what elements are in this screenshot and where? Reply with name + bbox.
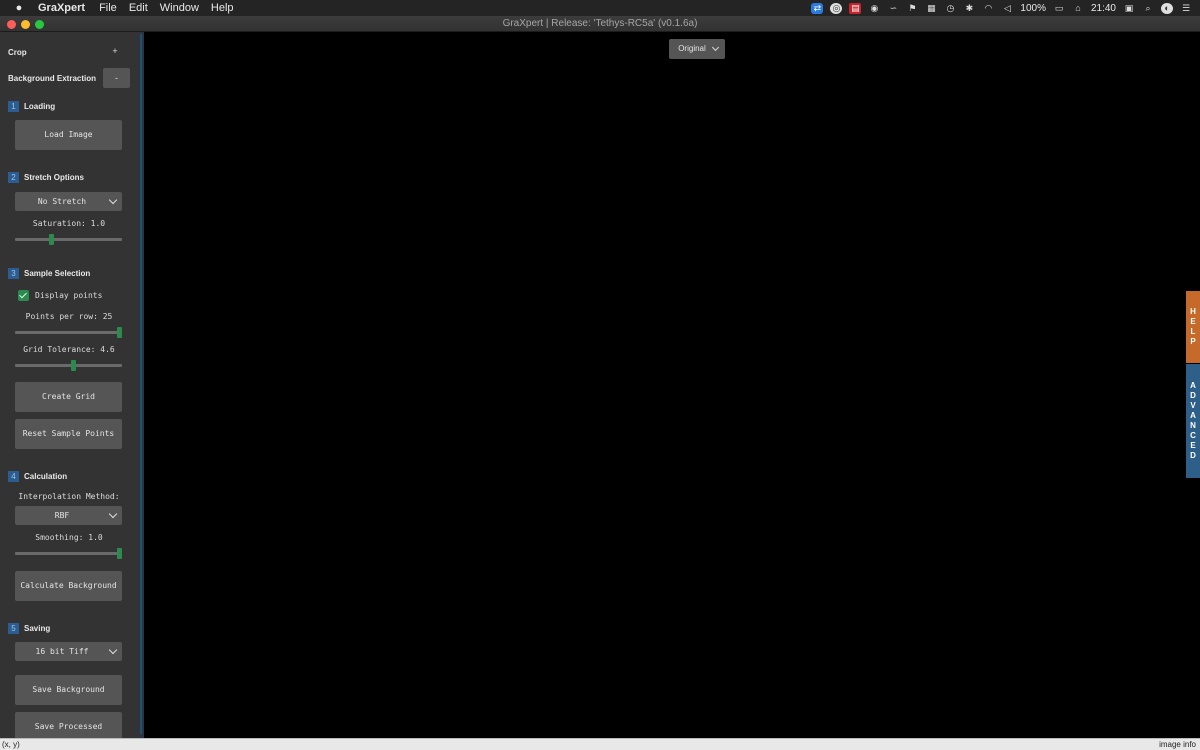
globe-icon[interactable]: ◉ [868,3,880,14]
step-5-badge: 5 [8,623,19,634]
load-image-button[interactable]: Load Image [15,120,122,150]
menu-help[interactable]: Help [211,2,234,14]
advanced-tab-label: A D V A N C E D [1190,381,1196,460]
points-per-row-slider[interactable] [15,327,122,338]
bluetooth-icon[interactable]: ✱ [963,3,975,14]
image-info: image info [1159,740,1196,749]
display-points-label[interactable]: Display points [35,290,102,301]
slider-handle[interactable] [71,360,77,371]
calculate-background-button[interactable]: Calculate Background [15,571,122,601]
saturation-slider[interactable] [15,234,122,245]
menu-file[interactable]: File [99,2,117,14]
battery-percent: 100% [1020,2,1046,14]
help-tab[interactable]: H E L P [1186,291,1200,363]
stretch-options-title: Stretch Options [24,173,85,182]
apple-menu-icon[interactable]: ● [12,2,26,14]
save-background-button[interactable]: Save Background [15,675,122,705]
grid-tolerance-slider[interactable] [15,360,122,371]
window-title-bar: GraXpert | Release: 'Tethys-RC5a' (v0.1.… [0,16,1200,32]
battery-icon[interactable]: ▭ [1053,3,1065,14]
window-title: GraXpert | Release: 'Tethys-RC5a' (v0.1.… [502,18,698,29]
siri-icon[interactable]: ◐ [1161,2,1173,14]
spotlight-search-icon[interactable]: ⌕ [1142,3,1154,14]
slider-handle[interactable] [48,234,54,245]
creative-cloud-icon[interactable]: ◎ [830,2,843,14]
create-grid-button[interactable]: Create Grid [15,382,122,412]
step-4-badge: 4 [8,471,19,482]
help-tab-label: H E L P [1190,307,1196,346]
keyboard-icon[interactable]: ▦ [925,3,937,14]
status-bar: (x, y) image info [0,738,1200,750]
step-1-badge: 1 [8,101,19,112]
saving-title: Saving [24,624,51,633]
display-mode-dropdown[interactable]: Original [669,39,725,59]
chevron-down-icon [108,645,118,655]
menu-extras: ⇄ ◎ ▤ ◉ ∽ ⚑ ▦ ◷ ✱ ◠ ◁ 100% ▭ ⌂ 21:40 ▣ ⌕… [811,2,1200,14]
control-sidebar: Crop + Background Extraction - 1 Loading… [0,32,138,738]
loading-title: Loading [24,102,56,111]
scrollbar-thumb[interactable] [140,34,142,734]
teamviewer-icon[interactable]: ⇄ [811,2,824,14]
control-center-icon[interactable]: ☰ [1180,3,1192,14]
menu-edit[interactable]: Edit [129,2,148,14]
clock[interactable]: 21:40 [1091,3,1116,14]
save-processed-button[interactable]: Save Processed [15,712,122,738]
step-2-badge: 2 [8,172,19,183]
advanced-tab[interactable]: A D V A N C E D [1186,364,1200,478]
volume-icon[interactable]: ◁ [1001,3,1013,14]
calculation-title: Calculation [24,472,68,481]
crop-section-title[interactable]: Crop [8,48,27,57]
crop-expand-button[interactable]: + [108,46,122,58]
smoothing-label: Smoothing: 1.0 [35,533,103,542]
display-points-checkbox[interactable] [18,290,29,301]
menu-window[interactable]: Window [160,2,199,14]
cursor-coordinates: (x, y) [2,740,20,749]
menu-app-name[interactable]: GraXpert [38,2,85,14]
background-extraction-title[interactable]: Background Extraction [8,74,96,83]
slider-track [15,552,122,555]
time-machine-icon[interactable]: ◷ [944,3,956,14]
background-extraction-collapse-button[interactable]: - [103,68,130,88]
notification-icon[interactable]: ▣ [1123,3,1135,14]
step-3-badge: 3 [8,268,19,279]
chevron-down-icon [108,509,118,519]
user-icon[interactable]: ⌂ [1072,3,1084,14]
grid-tolerance-label: Grid Tolerance: 4.6 [23,345,115,354]
interpolation-dropdown[interactable]: RBF [15,506,122,525]
pdf-icon[interactable]: ▤ [849,2,862,14]
saturation-label: Saturation: 1.0 [32,219,106,228]
chevron-down-icon [108,195,118,205]
slider-track [15,238,122,241]
slider-handle[interactable] [117,327,122,338]
flag-icon[interactable]: ⚑ [906,3,918,14]
save-format-dropdown[interactable]: 16 bit Tiff [15,642,122,661]
points-per-row-label: Points per row: 25 [25,312,113,321]
slider-handle[interactable] [117,548,122,559]
image-canvas[interactable] [144,32,1200,738]
slider-track [15,364,122,367]
wifi-icon[interactable]: ◠ [982,3,994,14]
system-menu-bar: ● GraXpert File Edit Window Help ⇄ ◎ ▤ ◉… [0,0,1200,16]
display-mode-value: Original [678,44,706,53]
stretch-dropdown[interactable]: No Stretch [15,192,122,211]
reset-sample-points-button[interactable]: Reset Sample Points [15,419,122,449]
interpolation-method-label: Interpolation Method: [18,492,120,501]
interpolation-dropdown-value: RBF [54,511,70,520]
save-format-value: 16 bit Tiff [35,647,89,656]
stretch-dropdown-value: No Stretch [37,197,87,206]
slider-track [15,331,122,334]
cloud-sync-icon[interactable]: ∽ [887,3,899,14]
smoothing-slider[interactable] [15,548,122,559]
sample-selection-title: Sample Selection [24,269,91,278]
